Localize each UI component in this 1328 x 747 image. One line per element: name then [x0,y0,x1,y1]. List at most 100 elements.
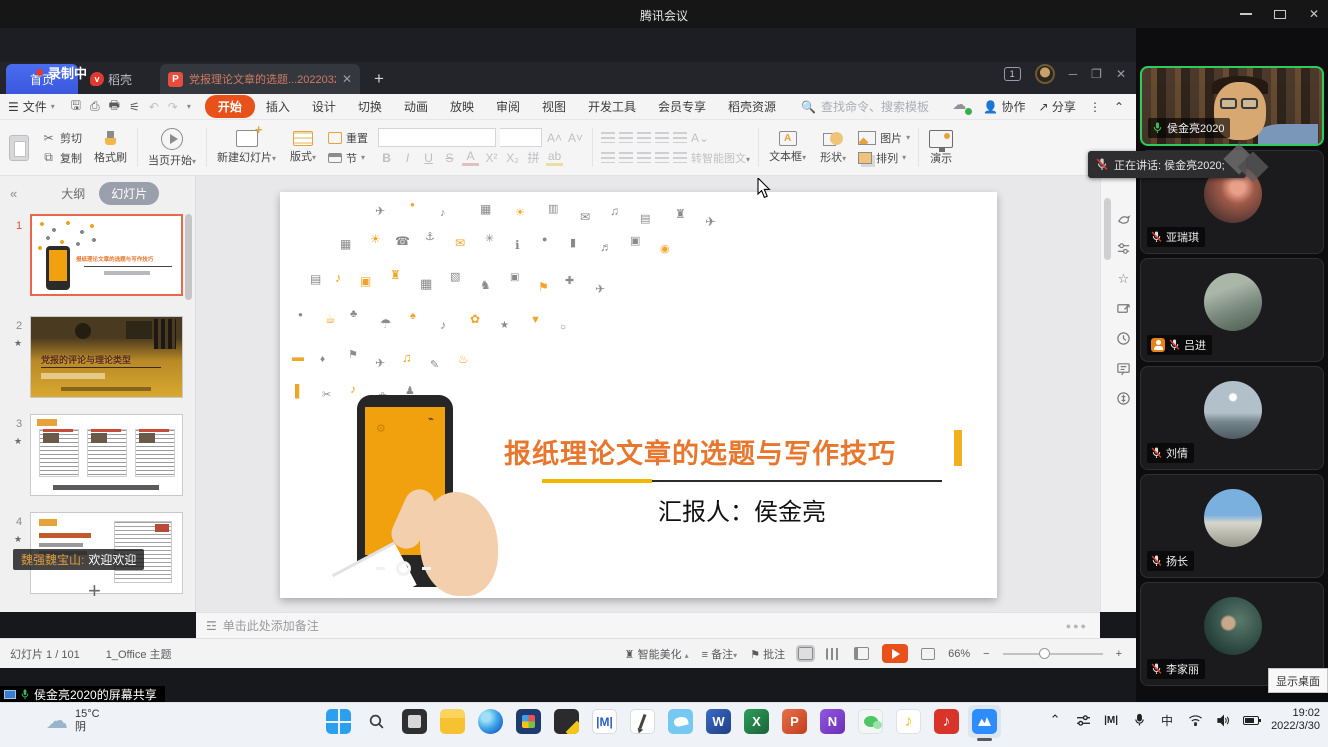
menu-insert[interactable]: 插入 [255,96,301,117]
play-from-page-button[interactable]: 当页开始▾ [141,124,203,171]
zoom-in-icon[interactable]: + [1116,648,1122,660]
netease-music-icon[interactable]: ♪ [934,709,959,734]
history-icon[interactable] [1115,330,1132,347]
arrange-button[interactable]: 排列▾ [858,149,910,166]
close-icon[interactable]: ✕ [1308,7,1320,21]
zoom-slider[interactable] [1003,653,1103,655]
rewards-icon[interactable] [1115,390,1132,407]
zoom-level[interactable]: 66% [948,648,970,660]
wps-minimize-icon[interactable]: ─ [1069,67,1078,81]
beautify-button[interactable]: ♜ 智能美化 ▴ [625,646,689,662]
panel-collapse-icon[interactable]: « [10,186,17,201]
more-menu-icon[interactable]: ⋮ [1089,100,1101,114]
print-icon[interactable]: 🖶 [109,96,120,117]
wps-close-icon[interactable]: ✕ [1116,67,1126,81]
command-search[interactable]: 🔍 查找命令、搜索模板 [801,98,929,115]
menu-docer-res[interactable]: 稻壳资源 [717,96,787,117]
minimize-icon[interactable] [1240,13,1252,15]
menu-review[interactable]: 审阅 [485,96,531,117]
align-left-icon[interactable] [601,152,615,163]
show-desktop-tooltip[interactable]: 显示桌面 [1268,668,1328,693]
justify-icon[interactable] [655,152,669,163]
undo-icon[interactable]: ↶ [149,100,159,114]
message-badge[interactable]: 1 [1004,67,1021,81]
tray-tuner-icon[interactable] [1075,714,1091,727]
volume-icon[interactable] [1215,714,1231,727]
distribute-icon[interactable] [673,152,687,163]
participant-tile[interactable]: 刘倩 [1140,366,1324,470]
comment-tool-icon[interactable] [1115,360,1132,377]
tray-m-icon[interactable]: |M| [1103,715,1119,726]
zoom-knob[interactable] [1039,648,1050,659]
slides-tab[interactable]: 幻灯片 [99,182,159,205]
tab-docer[interactable]: v 稻壳 [78,64,144,94]
menu-view[interactable]: 视图 [531,96,577,117]
comment-button[interactable]: ⚑ 批注 [750,646,785,662]
slide-title[interactable]: 报纸理论文章的选题与写作技巧 [504,432,896,471]
canvas-scrollbar[interactable] [1104,198,1111,260]
copy-button[interactable]: ⧉复制 [41,149,82,166]
tab-close-icon[interactable]: ✕ [342,72,352,86]
slide-thumbnail-1[interactable]: 报纸理论文章的选题与写作技巧 [30,214,183,296]
start-button[interactable] [326,709,351,734]
strike-button[interactable]: S [441,151,458,165]
bold-button[interactable]: B [378,151,395,165]
file-menu[interactable]: ☰ 文件 ▾ [0,98,63,115]
theme-name[interactable]: 1_Office 主题 [106,646,172,662]
tray-expand-icon[interactable]: ⌃ [1047,712,1063,728]
line-spacing-icon[interactable] [673,132,687,143]
mindmaster-icon[interactable]: |M| [592,709,617,734]
weather-widget[interactable]: ☁ 15°C阴 [46,708,100,734]
underline-button[interactable]: U [420,151,437,165]
wifi-icon[interactable] [1187,714,1203,726]
taskbar-search-icon[interactable] [364,709,389,734]
decrease-indent-icon[interactable] [637,132,651,143]
qq-music-icon[interactable]: ♪ [896,709,921,734]
redo-icon[interactable]: ↷ [168,100,178,114]
print-preview-icon[interactable]: ⚟ [129,100,140,114]
smart-doc-button[interactable]: 转智能图文▾ [691,150,750,166]
app-store-icon[interactable] [516,709,541,734]
account-avatar[interactable] [1035,64,1055,84]
outline-tab[interactable]: 大纲 [61,185,85,202]
bird-app-icon[interactable] [668,709,693,734]
powerpoint-icon[interactable]: P [782,709,807,734]
share-button[interactable]: ↗ 分享 [1039,98,1076,115]
notes-bar[interactable]: ☲ 单击此处添加备注 ●●● [196,612,1100,638]
new-slide-button[interactable]: 新建幻灯片▾ [210,124,283,171]
menu-animation[interactable]: 动画 [393,96,439,117]
layout-button[interactable]: 版式▾ [283,124,323,171]
menu-slideshow[interactable]: 放映 [439,96,485,117]
reading-view-icon[interactable] [854,647,869,660]
menu-devtools[interactable]: 开发工具 [577,96,647,117]
pinyin-button[interactable]: 拼 [525,149,542,166]
tab-document[interactable]: P 党报理论文章的选题...20220325) ✕ [160,64,360,94]
highlight-button[interactable]: ab [546,149,563,166]
tray-mic-icon[interactable] [1131,713,1147,727]
numbering-icon[interactable] [619,132,633,143]
excel-icon[interactable]: X [744,709,769,734]
font-size-select[interactable] [500,128,542,147]
save-icon[interactable]: 🖫 [71,96,81,117]
maximize-icon[interactable] [1274,10,1286,19]
pen-app-icon[interactable] [630,709,655,734]
tencent-meeting-taskbar-icon[interactable] [968,705,1001,738]
add-slide-button[interactable]: + [88,578,101,604]
participant-video-tile[interactable]: 侯金亮2020 [1140,66,1324,146]
ime-indicator[interactable]: 中 [1159,712,1175,729]
menu-transition[interactable]: 切换 [347,96,393,117]
paste-button[interactable] [2,124,36,171]
normal-view-icon[interactable] [798,647,813,660]
font-color-button[interactable]: A [462,149,479,166]
slide-sorter-icon[interactable] [826,648,841,660]
shapes-button[interactable]: 形状▾ [813,124,853,171]
bullets-icon[interactable] [601,132,615,143]
italic-button[interactable]: I [399,151,416,165]
collapse-ribbon-icon[interactable]: ⌃ [1114,100,1124,114]
current-slide[interactable]: ✈●♪▦☀▥✉♫▤♜✈▦☀☎⚓✉✳ℹ●▮♬▣◉▤♪▣♜▦▧♞▣⚑✚✈●☕♣☂♠♪… [280,192,997,598]
notes-splitter-icon[interactable]: ●●● [1066,621,1088,631]
cut-button[interactable]: ✂剪切 [41,129,82,146]
wechat-icon[interactable] [858,709,883,734]
panel-scrollbar[interactable] [185,214,192,300]
assistant-icon[interactable] [1115,210,1132,227]
